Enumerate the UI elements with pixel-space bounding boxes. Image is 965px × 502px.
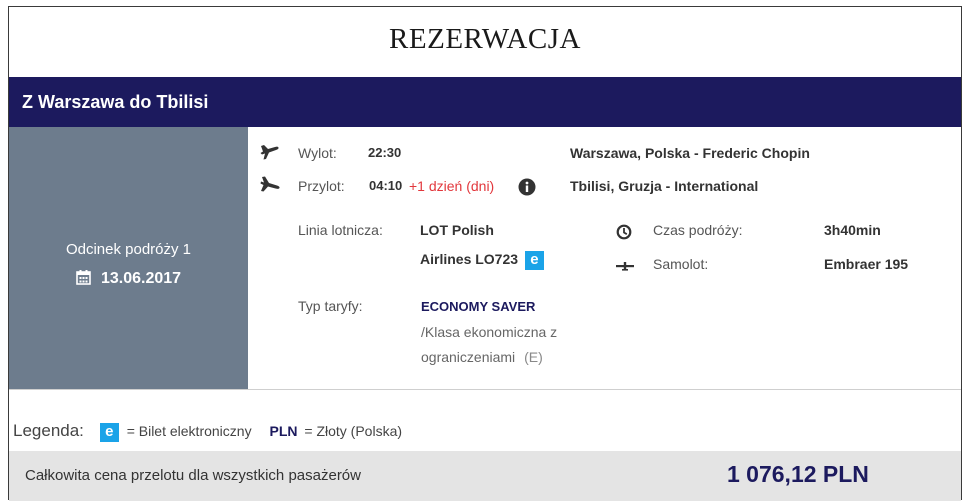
page-title: REZERWACJA [389,23,581,55]
arrival-time: 04:10 [369,178,403,193]
segment-date: 13.06.2017 [9,270,248,290]
airline-line1: LOT Polish [420,222,494,238]
duration-value: 3h40min [824,222,881,238]
divider [9,389,961,390]
airline-flight: Airlines LO723 e [420,251,544,270]
segment-panel: Odcinek podróży 1 13.06.2017 [9,127,248,389]
segment-date-value: 13.06.2017 [100,270,182,287]
route-header: Z Warszawa do Tbilisi [9,77,961,127]
departure-place: Warszawa, Polska - Frederic Chopin [570,145,810,161]
total-price-value: 1 076,12 PLN [727,461,869,487]
departure-time: 22:30 [368,145,402,160]
plane-landing-icon [260,175,282,200]
legend-currency-code: PLN [269,423,298,439]
plane-takeoff-icon [260,143,280,166]
aircraft-value: Embraer 195 [824,256,909,272]
legend-title: Legenda: [13,421,84,440]
departure-label: Wylot: [298,145,337,161]
airline-line2: Airlines LO723 [420,251,519,268]
reservation-frame: REZERWACJA Z Warszawa do Tbilisi Odcinek… [8,6,962,501]
info-icon[interactable] [518,178,536,201]
fare-class-code: (E) [524,349,543,365]
fare-class-text: ograniczeniami [421,349,516,365]
arrival-next-day: +1 dzień (dni) [409,178,495,194]
airline-label: Linia lotnicza: [298,222,383,238]
fare-class-line2: ograniczeniami (E) [421,349,543,365]
eticket-badge: e [524,251,544,270]
fare-class-line1: /Klasa ekonomiczna z [421,324,558,340]
total-price-label: Całkowita cena przelotu dla wszystkich p… [25,467,361,484]
legend: Legenda: e = Bilet elektroniczny PLN = Z… [13,421,402,442]
duration-label: Czas podróży: [653,222,743,238]
aircraft-icon [616,259,634,277]
clock-icon [616,224,632,245]
total-price-bar: Całkowita cena przelotu dla wszystkich p… [9,451,961,501]
arrival-label: Przylot: [298,178,345,194]
legend-eticket-badge: e [99,422,119,442]
fare-label: Typ taryfy: [298,298,363,314]
aircraft-label: Samolot: [653,256,709,272]
fare-name: ECONOMY SAVER [421,299,536,314]
arrival-place: Tbilisi, Gruzja - International [570,178,759,194]
legend-currency-text: = Złoty (Polska) [304,423,403,439]
legend-eticket-text: = Bilet elektroniczny [126,423,252,439]
segment-label: Odcinek podróży 1 [65,241,192,258]
flight-details: Wylot: 22:30 Warszawa, Polska - Frederic… [248,127,961,389]
calendar-icon [76,270,91,290]
